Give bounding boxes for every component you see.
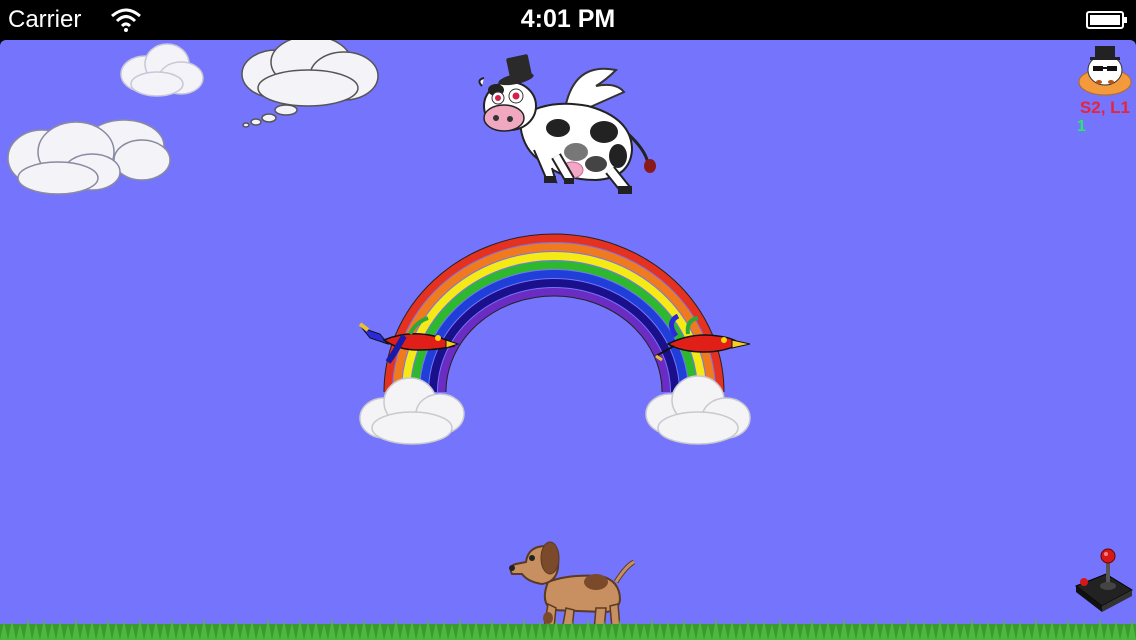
cow-face-icon <box>1078 46 1132 96</box>
flying-cow[interactable] <box>476 52 666 200</box>
cloud-large-left <box>7 119 171 195</box>
grass-ground <box>0 618 1136 640</box>
parrot-left[interactable] <box>358 314 462 366</box>
rainbow-cloud-right <box>645 375 751 445</box>
rainbow-cloud-left <box>359 377 465 445</box>
thought-bubble-cloud <box>241 40 379 128</box>
cloud-small <box>120 43 204 97</box>
stage-level-indicator: S2, L1 <box>1079 98 1130 117</box>
joystick-icon[interactable] <box>1072 546 1134 612</box>
status-bar: Carrier 4:01 PM <box>0 0 1136 40</box>
parrot-right[interactable] <box>652 314 752 366</box>
game-canvas[interactable]: S2, L1 1 <box>0 40 1136 640</box>
clock-time: 4:01 PM <box>520 5 616 33</box>
score-counter: 1 <box>1077 118 1086 135</box>
battery-icon <box>1086 11 1127 29</box>
